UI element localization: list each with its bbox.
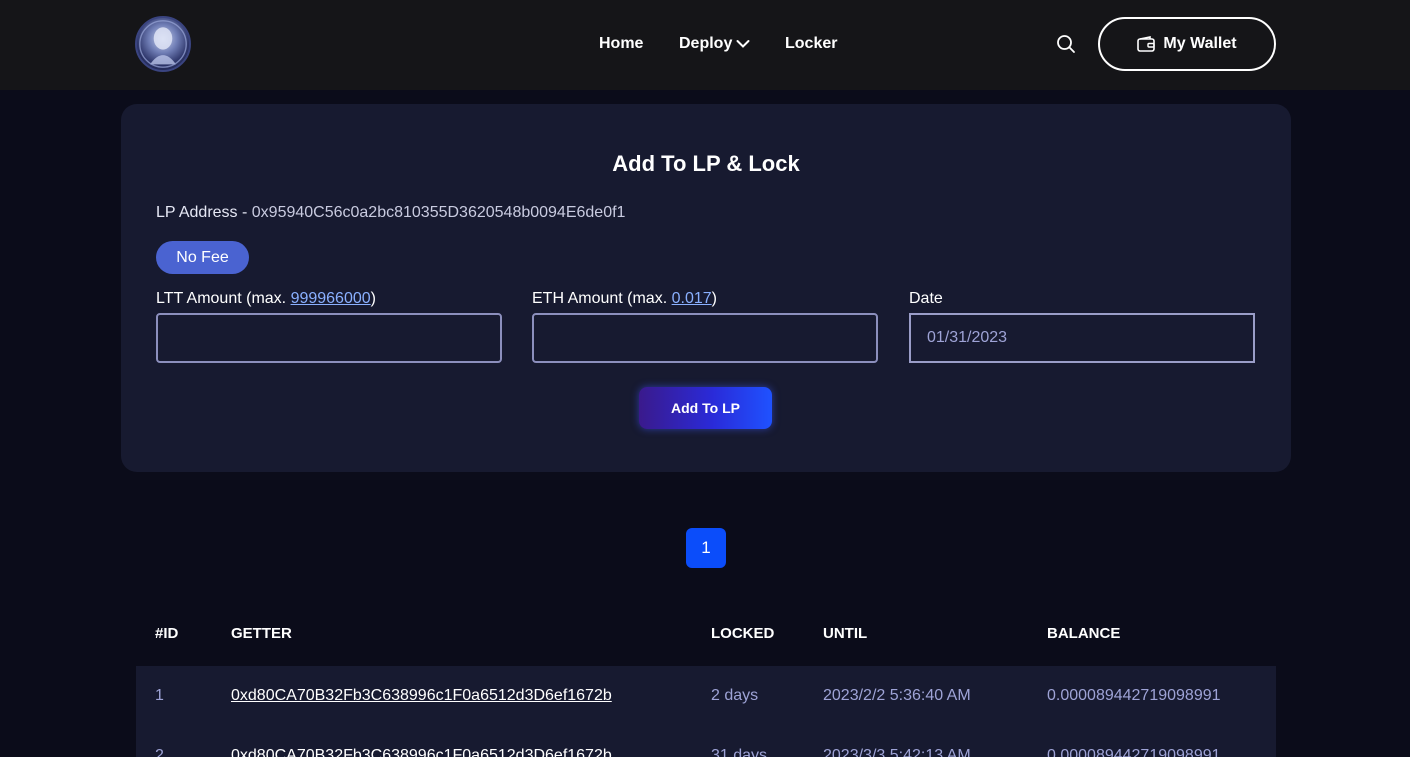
no-fee-badge: No Fee [156, 241, 249, 274]
eth-label-suffix: ) [711, 290, 717, 307]
lp-address-line: LP Address - 0x95940C56c0a2bc810355D3620… [156, 204, 625, 222]
cell-id: 2 [155, 747, 164, 757]
card-title: Add To LP & Lock [612, 151, 800, 176]
logo-emblem-icon [139, 20, 187, 68]
table-header: #ID GETTER LOCKED UNTIL BALANCE [136, 618, 1276, 648]
my-wallet-label: My Wallet [1163, 35, 1237, 52]
add-to-lp-button[interactable]: Add To LP [639, 387, 772, 429]
nav-home-link[interactable]: Home [599, 0, 643, 88]
nav-home-label: Home [599, 35, 644, 52]
ltt-label-prefix: LTT Amount (max. [156, 290, 291, 307]
ltt-amount-input[interactable] [156, 313, 502, 363]
wallet-icon [1137, 36, 1156, 52]
chevron-down-icon [736, 39, 750, 49]
cell-until: 2023/2/2 5:36:40 AM [823, 687, 971, 704]
date-label: Date [909, 290, 943, 307]
table-row: 1 0xd80CA70B32Fb3C638996c1F0a6512d3D6ef1… [136, 666, 1276, 726]
date-input[interactable] [909, 313, 1255, 363]
table-row: 2 0xd80CA70B32Fb3C638996c1F0a6512d3D6ef1… [136, 726, 1276, 757]
nav-deploy-dropdown[interactable]: Deploy [679, 0, 750, 88]
pagination-page-button[interactable]: 1 [686, 528, 726, 568]
page-number: 1 [701, 538, 711, 557]
eth-amount-label: ETH Amount (max. 0.017) [532, 290, 717, 308]
eth-label-prefix: ETH Amount (max. [532, 290, 672, 307]
cell-getter-link[interactable]: 0xd80CA70B32Fb3C638996c1F0a6512d3D6ef167… [231, 747, 612, 757]
cell-balance: 0.000089442719098991 [1047, 747, 1221, 757]
lp-address-label: LP Address - [156, 204, 252, 221]
nav-locker-label: Locker [785, 35, 838, 52]
nav-locker-link[interactable]: Locker [785, 0, 837, 88]
site-logo[interactable] [135, 16, 191, 72]
my-wallet-button[interactable]: My Wallet [1098, 17, 1276, 71]
column-header-locked: LOCKED [711, 625, 775, 642]
search-icon[interactable] [1056, 34, 1076, 54]
ltt-amount-label: LTT Amount (max. 999966000) [156, 290, 376, 308]
ltt-max-link[interactable]: 999966000 [291, 290, 371, 307]
add-to-lp-label: Add To LP [671, 400, 740, 416]
cell-locked: 2 days [711, 687, 759, 704]
column-header-id: #ID [155, 625, 179, 642]
top-navbar: Home Deploy Locker My Wallet [0, 0, 1410, 90]
lp-address-value: 0x95940C56c0a2bc810355D3620548b0094E6de0… [251, 204, 626, 221]
column-header-until: UNTIL [823, 625, 868, 642]
column-header-balance: BALANCE [1047, 625, 1121, 642]
cell-getter-link[interactable]: 0xd80CA70B32Fb3C638996c1F0a6512d3D6ef167… [231, 687, 612, 705]
column-header-getter: GETTER [231, 625, 292, 642]
cell-locked: 31 days [711, 747, 768, 757]
ltt-label-suffix: ) [370, 290, 376, 307]
nav-deploy-label: Deploy [679, 35, 733, 52]
eth-max-link[interactable]: 0.017 [672, 290, 712, 307]
eth-amount-input[interactable] [532, 313, 878, 363]
add-lp-lock-card: Add To LP & Lock LP Address - 0x95940C56… [121, 104, 1291, 472]
fee-badge-label: No Fee [176, 248, 229, 266]
cell-balance: 0.000089442719098991 [1047, 687, 1221, 704]
cell-id: 1 [155, 687, 164, 704]
cell-until: 2023/3/3 5:42:13 AM [823, 747, 971, 757]
